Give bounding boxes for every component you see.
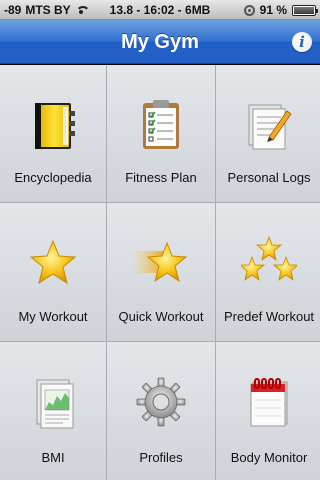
battery-level-fill — [294, 6, 315, 14]
tile-label: Body Monitor — [230, 450, 308, 465]
tile-label: Personal Logs — [227, 170, 311, 185]
star-icon — [29, 239, 77, 285]
gear-icon — [136, 377, 186, 427]
tile-label: Encyclopedia — [14, 170, 92, 185]
navigation-bar: My Gym i — [0, 20, 320, 64]
info-button[interactable]: i — [292, 32, 312, 52]
rotation-lock-icon — [243, 4, 255, 16]
tile-body-monitor[interactable]: Body Monitor — [216, 342, 320, 480]
tile-bmi[interactable]: BMI — [0, 342, 106, 480]
tile-my-workout[interactable]: My Workout — [0, 203, 106, 341]
calendar-icon — [250, 378, 288, 427]
tile-label: My Workout — [18, 309, 88, 324]
tile-label: Quick Workout — [118, 309, 204, 324]
tile-profiles[interactable]: Profiles — [107, 342, 215, 480]
tile-label: Fitness Plan — [125, 170, 197, 185]
fast-star-icon — [133, 241, 188, 283]
tile-fitness-plan[interactable]: Fitness Plan — [107, 65, 215, 202]
tile-label: Profiles — [139, 450, 183, 465]
tile-personal-logs[interactable]: Personal Logs — [216, 65, 320, 202]
tile-quick-workout[interactable]: Quick Workout — [107, 203, 215, 341]
three-stars-icon — [241, 235, 297, 281]
book-icon — [35, 103, 75, 149]
page-title: My Gym — [121, 31, 199, 53]
battery-icon — [292, 4, 318, 16]
menu-grid: Encyclopedia Fitness Plan Personal Logs … — [0, 65, 320, 480]
tile-label: BMI — [41, 450, 65, 465]
tile-predef-workout[interactable]: Predef Workout — [216, 203, 320, 341]
clipboard-checklist-icon — [143, 100, 179, 149]
tile-label: Predef Workout — [223, 309, 315, 324]
tile-encyclopedia[interactable]: Encyclopedia — [0, 65, 106, 202]
battery-percent: 91 % — [259, 3, 287, 17]
notes-pencil-icon — [248, 104, 292, 150]
status-bar: -89 MTS BY 13.8 - 16:02 - 6MB 91 % — [0, 0, 320, 20]
chart-document-icon — [36, 379, 74, 429]
